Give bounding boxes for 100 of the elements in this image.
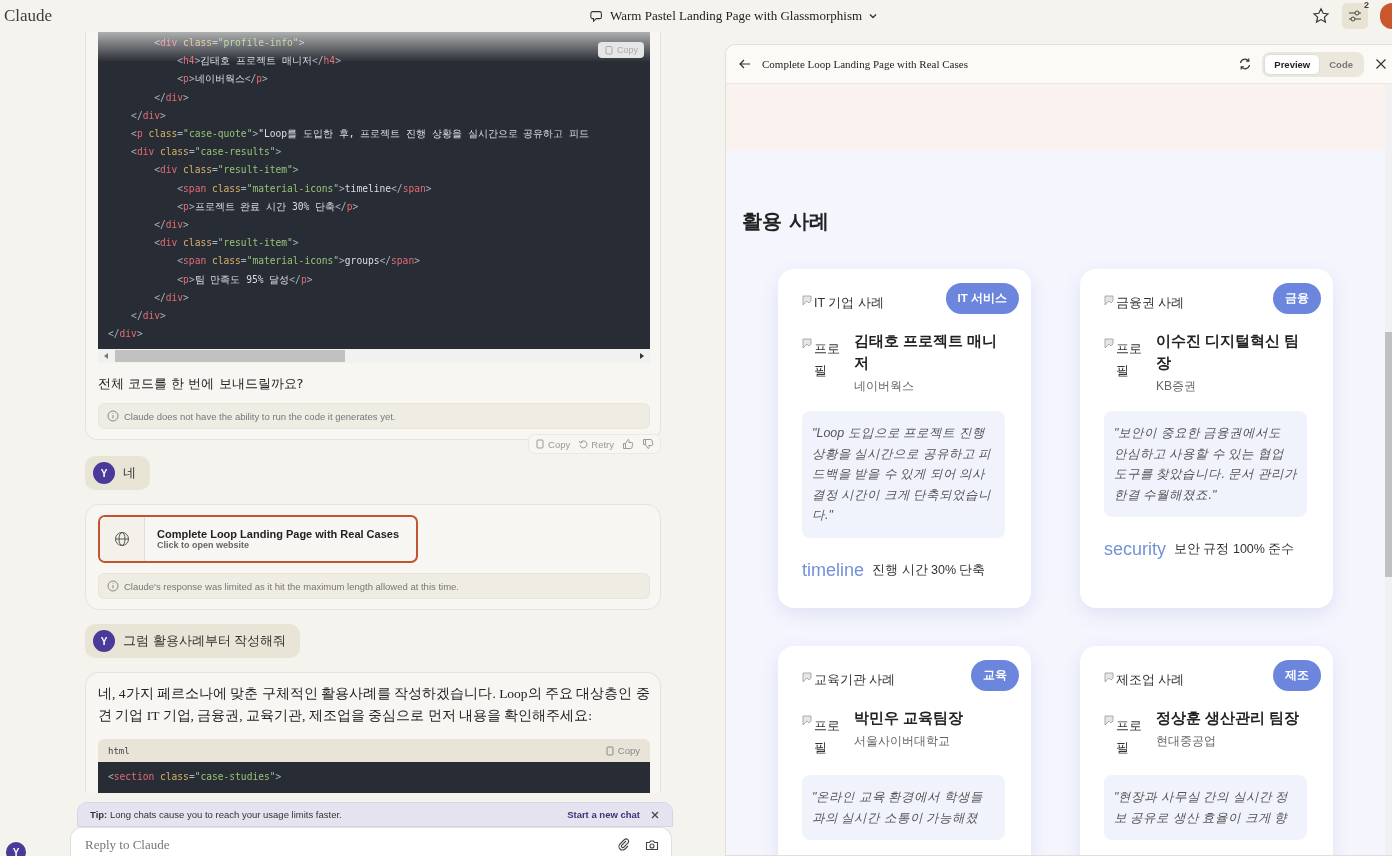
- info-icon: [107, 410, 119, 423]
- sliders-icon: [1347, 8, 1363, 24]
- thumbs-down-icon[interactable]: [642, 438, 654, 451]
- broken-image-icon: [1104, 338, 1116, 350]
- code-line: </div>: [153, 290, 189, 305]
- code-line: </div>: [153, 218, 189, 233]
- code-line: <p>프로젝트 완료 시간 30% 단축</p>: [176, 199, 359, 214]
- code-line: </div>: [130, 309, 166, 324]
- paperclip-icon[interactable]: [617, 838, 631, 852]
- image-alt-text: IT 기업 사례: [814, 295, 884, 312]
- code-line: <p>네이버웍스</p>: [176, 72, 268, 87]
- message-text: 전체 코드를 한 번에 보내드릴까요?: [98, 375, 305, 394]
- code-line: </div>: [108, 327, 143, 342]
- chat-bubble-icon: [590, 9, 604, 23]
- testimonial-quote: "현장과 사무실 간의 실시간 정보 공유로 생산 효율이 크게 향: [1104, 775, 1307, 840]
- reply-box[interactable]: Reply to Claude: [70, 827, 672, 856]
- star-icon[interactable]: [1312, 7, 1330, 25]
- code-line: <div class="profile-info">: [153, 36, 305, 50]
- message-text: 그럼 활용사례부터 작성해줘: [123, 632, 287, 651]
- code-line: <section class="case-studies">: [108, 770, 282, 785]
- code-line: <div class="case-results">: [130, 145, 282, 160]
- scroll-left-icon[interactable]: [102, 352, 110, 361]
- refresh-icon[interactable]: [1238, 57, 1253, 71]
- image-alt-text: 프로필: [1116, 341, 1143, 380]
- image-alt-text: 금융권 사례: [1116, 295, 1185, 312]
- person-name: 이수진 디지털혁신 팀장: [1156, 332, 1301, 373]
- broken-image-icon: [802, 295, 814, 307]
- artifact-card[interactable]: Complete Loop Landing Page with Real Cases Click to open website: [98, 515, 418, 564]
- testimonial-quote: "온라인 교육 환경에서 학생들과의 실시간 소통이 가능해졌: [802, 775, 1005, 840]
- thumbs-up-icon[interactable]: [622, 438, 634, 451]
- code-line: <span class="material-icons">timeline</span>: [176, 181, 432, 196]
- globe-icon: [114, 531, 130, 548]
- reply-field[interactable]: Reply to Claude: [83, 836, 603, 854]
- code-line: <p class="case-quote">"Loop를 도입한 후, 프로젝트 진행 상황을 실시간으로 공유하고 피드: [130, 127, 590, 141]
- broken-image-icon: [1104, 715, 1116, 727]
- code-line: <span class="material-icons">groups</span>: [176, 254, 420, 269]
- copy-icon: [535, 439, 546, 450]
- testimonial-quote: "보안이 중요한 금융권에서도 안심하고 사용할 수 있는 협업 도구를 찾았습니다. 문서 관리가 한결 수월해졌죠.": [1104, 411, 1307, 517]
- category-tag: 금융: [1273, 283, 1321, 314]
- notice-text: Claude's response was limited as it hit the maximum length allowed at this time.: [124, 580, 459, 592]
- copy-icon: [604, 45, 614, 55]
- app-logo[interactable]: Claude: [4, 6, 53, 26]
- tip-text: Tip: Long chats cause you to reach your usage limits faster.: [90, 809, 343, 820]
- code-language: html: [108, 745, 130, 756]
- result-text: 진행 시간 30% 단축: [872, 561, 986, 579]
- broken-image-icon: [802, 338, 814, 350]
- company-name: 서울사이버대학교: [854, 733, 951, 750]
- person-name: 박민우 교육팀장: [854, 709, 965, 728]
- message-text: 네: [123, 464, 136, 483]
- chevron-down-icon[interactable]: [868, 11, 879, 21]
- company-name: KB증권: [1156, 378, 1197, 395]
- image-alt-text: 교육기관 사례: [814, 672, 896, 689]
- user-avatar[interactable]: [1380, 3, 1392, 29]
- result-text: 보안 규정 100% 준수: [1174, 541, 1295, 558]
- view-tab[interactable]: Code: [1320, 53, 1362, 75]
- company-name: 네이버웍스: [854, 378, 915, 395]
- company-name: 현대중공업: [1156, 733, 1217, 750]
- person-name: 김태호 프로젝트 매니저: [854, 332, 999, 373]
- code-line: <div class="result-item">: [153, 163, 299, 178]
- artifact-title: Complete Loop Landing Page with Real Cases: [157, 528, 400, 541]
- horizontal-scrollbar[interactable]: [98, 349, 650, 364]
- new-chat-link[interactable]: Start a new chat: [567, 809, 640, 820]
- result-icon-text: timeline: [802, 559, 865, 581]
- broken-image-icon: [1104, 672, 1116, 684]
- artifact-title: Complete Loop Landing Page with Real Cases: [762, 58, 968, 70]
- info-icon: [107, 580, 119, 593]
- image-alt-text: 프로필: [814, 341, 841, 380]
- result-icon-text: security: [1104, 539, 1166, 560]
- code-line: <div class="result-item">: [153, 236, 299, 251]
- image-alt-text: 프로필: [814, 718, 841, 757]
- category-tag: 교육: [971, 660, 1019, 691]
- view-tab[interactable]: Preview: [1264, 53, 1321, 75]
- settings-button[interactable]: 2: [1342, 3, 1368, 29]
- section-heading: 활용 사례: [742, 208, 830, 235]
- chat-title[interactable]: Warm Pastel Landing Page with Glassmorphism: [610, 8, 863, 24]
- broken-image-icon: [802, 715, 814, 727]
- image-alt-text: 프로필: [1116, 718, 1143, 757]
- close-icon[interactable]: [650, 809, 660, 820]
- code-line: <p>팀 만족도 95% 달성</p>: [176, 272, 313, 287]
- vertical-scrollbar[interactable]: [1385, 84, 1392, 855]
- copy-icon: [604, 745, 615, 756]
- back-arrow-icon[interactable]: [738, 57, 752, 71]
- broken-image-icon: [1104, 295, 1116, 307]
- user-avatar[interactable]: Y: [6, 842, 26, 856]
- close-icon[interactable]: [1374, 57, 1388, 71]
- image-alt-text: 제조업 사례: [1116, 672, 1185, 689]
- message-text: 네, 4가지 페르소나에 맞춘 구체적인 활용사례를 작성하겠습니다. Loop의 주요 대상층인 중견 기업 IT 기업, 금융권, 교육기관, 제조업을 중심으로 먼저 내용을 확인해주세요:: [98, 685, 650, 726]
- broken-image-icon: [802, 672, 814, 684]
- code-line: <h4>김태호 프로젝트 매니저</h4>: [176, 54, 341, 69]
- camera-icon[interactable]: [645, 838, 659, 852]
- notice-text: Claude does not have the ability to run the code it generates yet.: [124, 410, 396, 422]
- testimonial-quote: "Loop 도입으로 프로젝트 진행 상황을 실시간으로 공유하고 피드백을 받을 수 있게 되어 의사결정 시간이 크게 단축되었습니다.": [802, 411, 1005, 538]
- category-tag: 제조: [1273, 660, 1321, 691]
- person-name: 정상훈 생산관리 팀장: [1156, 709, 1301, 728]
- scroll-right-icon[interactable]: [638, 352, 646, 361]
- user-avatar: Y: [93, 462, 115, 485]
- notification-count: 2: [1364, 0, 1369, 10]
- code-line: </div>: [130, 108, 166, 123]
- code-line: </div>: [153, 90, 189, 105]
- retry-icon: [578, 439, 589, 450]
